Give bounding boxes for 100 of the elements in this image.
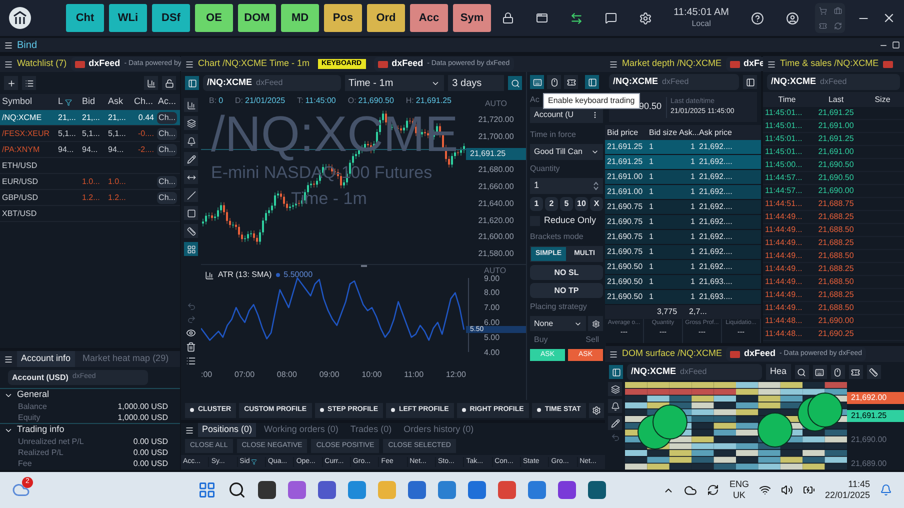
- refresh-icon[interactable]: [834, 22, 842, 30]
- menu-icon[interactable]: [4, 60, 13, 68]
- panel-toggle-button[interactable]: [743, 75, 757, 89]
- stop-loss-button[interactable]: NO SL: [530, 265, 603, 280]
- menu-icon[interactable]: [609, 60, 618, 68]
- sync-icon[interactable]: [570, 12, 583, 24]
- module-button[interactable]: DSf: [152, 4, 190, 32]
- module-button[interactable]: Pos: [324, 4, 362, 32]
- ruler-button[interactable]: [866, 365, 881, 379]
- columns-button[interactable]: [144, 76, 158, 90]
- rectangle-button[interactable]: [184, 206, 198, 220]
- layers-button[interactable]: [608, 382, 622, 396]
- panel-tab[interactable]: Trades (0): [346, 423, 396, 437]
- eye-icon[interactable]: [186, 328, 196, 338]
- menu-icon[interactable]: [185, 60, 194, 68]
- watchlist-row[interactable]: /PA:XNYM 94... 94... 94... -2.... Ch...: [0, 142, 180, 158]
- account-select[interactable]: Account (U: [530, 107, 603, 123]
- placing-strategy-select[interactable]: None: [530, 316, 586, 331]
- module-button[interactable]: Ord: [367, 4, 405, 32]
- line-button[interactable]: [184, 188, 198, 202]
- quantity-preset-button[interactable]: X: [590, 197, 603, 211]
- unlock-button[interactable]: [162, 76, 176, 90]
- watchlist-row[interactable]: XBT/USD: [0, 206, 180, 222]
- module-button[interactable]: Cht: [66, 4, 104, 32]
- settings-icon[interactable]: [638, 12, 652, 24]
- module-button[interactable]: DOM: [238, 4, 276, 32]
- indicators-button[interactable]: [184, 98, 198, 112]
- pencil-button[interactable]: [608, 416, 622, 430]
- user-icon[interactable]: [786, 12, 799, 24]
- window-icon[interactable]: [536, 12, 548, 24]
- list-button[interactable]: [22, 76, 36, 90]
- chat-icon[interactable]: [604, 12, 617, 24]
- indicator-icon[interactable]: [205, 270, 214, 280]
- ticket-button[interactable]: [564, 75, 578, 89]
- settings-button[interactable]: [588, 316, 603, 331]
- cloud-icon[interactable]: [684, 484, 698, 496]
- search-icon[interactable]: [228, 481, 246, 499]
- keyboard-button[interactable]: [812, 365, 827, 379]
- layers-button[interactable]: [184, 116, 198, 130]
- chart-button[interactable]: Ch...: [157, 176, 177, 188]
- sync-icon[interactable]: [707, 484, 720, 496]
- module-button[interactable]: Acc: [410, 4, 448, 32]
- symbol-field[interactable]: /NQ:XCME dxFeed: [203, 75, 341, 91]
- watchlist-row[interactable]: /NQ:XCME 21,... 21,... 21,... 0.44 Ch...: [0, 110, 180, 126]
- module-button[interactable]: OE: [195, 4, 233, 32]
- watchlist-row[interactable]: ETH/USD: [0, 158, 180, 174]
- app-icon[interactable]: [558, 481, 576, 499]
- battery-icon[interactable]: [802, 484, 815, 496]
- interval-select[interactable]: Time - 1m: [344, 75, 444, 91]
- panel-tab[interactable]: Working orders (0): [260, 423, 342, 437]
- module-button[interactable]: MD: [281, 4, 319, 32]
- settings-button[interactable]: [588, 402, 604, 418]
- chart-button[interactable]: Ch...: [157, 128, 177, 140]
- keyboard-button[interactable]: [530, 75, 544, 89]
- mouse-button[interactable]: [830, 365, 845, 379]
- menu-icon[interactable]: [185, 426, 194, 434]
- menu-icon[interactable]: [4, 354, 13, 364]
- module-button[interactable]: WLi: [109, 4, 147, 32]
- list-icon[interactable]: [186, 356, 196, 366]
- help-icon[interactable]: [751, 12, 764, 24]
- range-field[interactable]: 3 days: [448, 75, 504, 91]
- mouse-button[interactable]: [547, 75, 561, 89]
- app-icon[interactable]: [318, 481, 336, 499]
- menu-icon[interactable]: [609, 350, 618, 358]
- filter-icon[interactable]: [65, 98, 72, 106]
- quantity-preset-button[interactable]: 5: [560, 197, 573, 211]
- notification-icon[interactable]: [880, 484, 892, 496]
- cart-icon[interactable]: [818, 6, 826, 14]
- menu-icon[interactable]: [767, 60, 776, 68]
- take-profit-button[interactable]: NO TP: [530, 283, 603, 298]
- filter-icon[interactable]: [250, 459, 257, 465]
- watchlist-row[interactable]: GBP/USD 1.2... 1.2... Ch...: [0, 190, 180, 206]
- menu-icon[interactable]: [4, 40, 13, 50]
- watchlist-row[interactable]: /FESX:XEUR 5,1... 5,1... 5,1... -0.... Ch...: [0, 126, 180, 142]
- bell-button[interactable]: [184, 134, 198, 148]
- quantity-preset-button[interactable]: 10: [575, 197, 588, 211]
- chart-button[interactable]: Ch...: [157, 144, 177, 156]
- quantity-field[interactable]: 1: [530, 178, 603, 194]
- trash-icon[interactable]: [186, 342, 196, 352]
- panel-toggle-button[interactable]: [585, 75, 599, 89]
- search-button[interactable]: [508, 76, 522, 90]
- bell-button[interactable]: [608, 399, 622, 413]
- panel-tab[interactable]: Orders history (0): [400, 423, 478, 437]
- pencil-button[interactable]: [184, 152, 198, 166]
- module-button[interactable]: Sym: [453, 4, 491, 32]
- quantity-preset-button[interactable]: 1: [530, 197, 543, 211]
- start-icon[interactable]: [198, 481, 216, 499]
- chart-button[interactable]: Ch...: [157, 192, 177, 204]
- grid-button[interactable]: [184, 242, 198, 256]
- ticket-icon[interactable]: [818, 22, 826, 30]
- panel-tab[interactable]: Positions (0): [198, 423, 256, 437]
- mode-select[interactable]: Hea: [766, 364, 791, 380]
- horizontal-line-button[interactable]: [184, 170, 198, 184]
- chart-button[interactable]: Ch...: [157, 112, 177, 124]
- time-in-force-select[interactable]: Good Till Can: [530, 144, 603, 160]
- lock-icon[interactable]: [502, 12, 514, 24]
- watchlist-row[interactable]: EUR/USD 1.0... 1.0... Ch...: [0, 174, 180, 190]
- volume-icon[interactable]: [780, 484, 793, 496]
- symbol-field[interactable]: /NQ:XCME dxFeed: [767, 74, 900, 90]
- quantity-preset-button[interactable]: 2: [545, 197, 558, 211]
